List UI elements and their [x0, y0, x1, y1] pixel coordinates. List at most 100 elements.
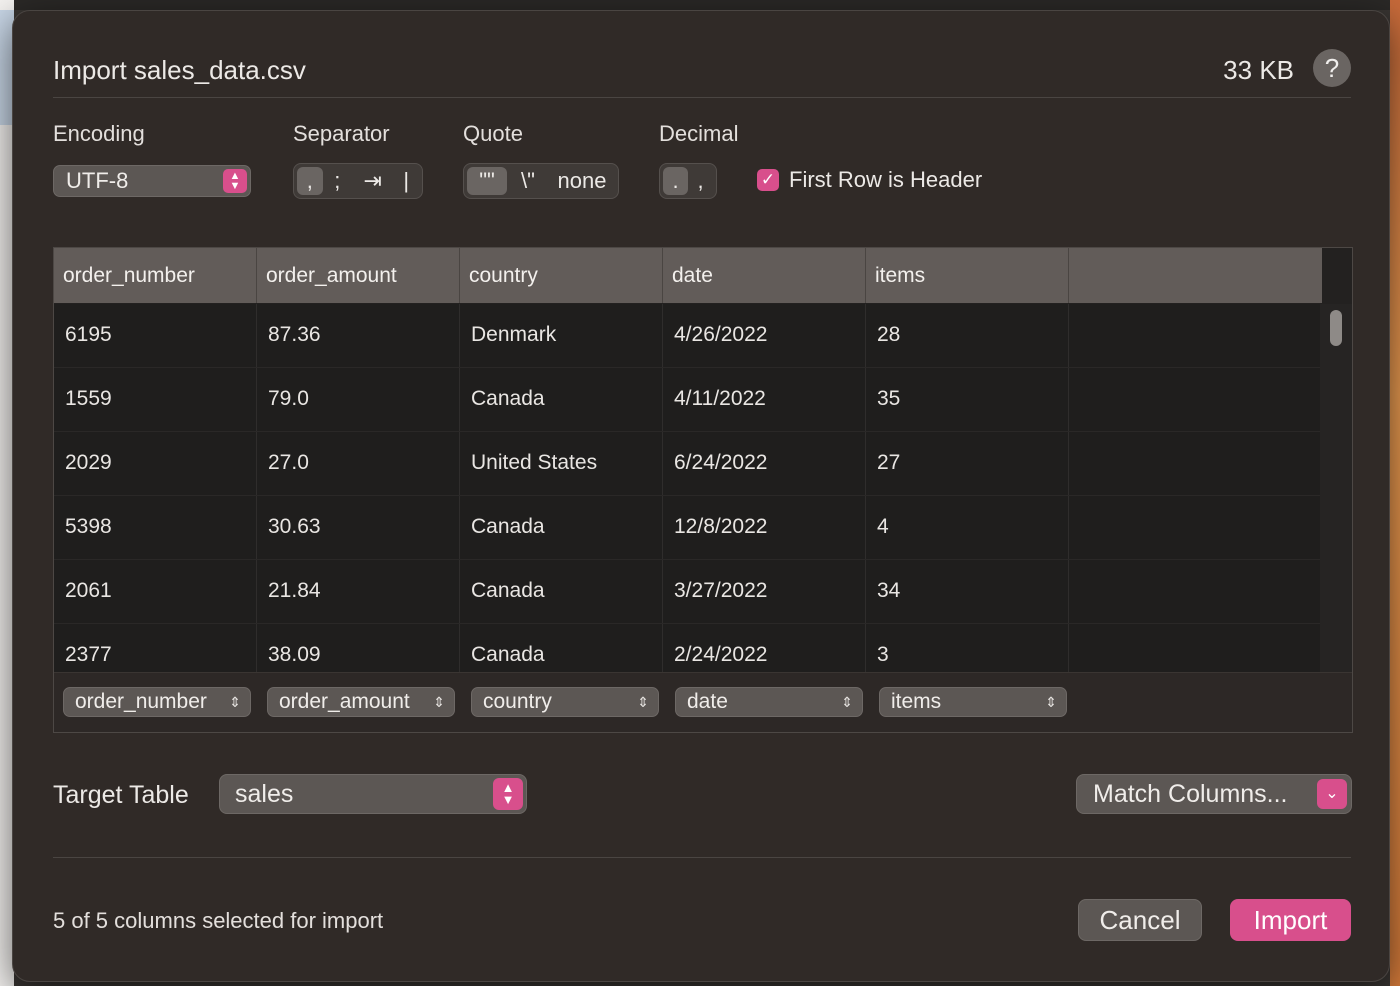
table-cell: 30.63: [257, 496, 460, 559]
mapping-value: order_number: [75, 690, 207, 713]
table-cell: Denmark: [460, 304, 663, 367]
import-dialog: Import sales_data.csv 33 KB ? Encoding U…: [12, 10, 1390, 982]
table-cell: 6/24/2022: [663, 432, 866, 495]
separator-segmented: , ; ⇥ |: [293, 163, 423, 199]
status-text: 5 of 5 columns selected for import: [53, 908, 384, 933]
decimal-segmented: . ,: [659, 163, 717, 199]
updown-chevron-icon: ⇕: [637, 694, 649, 710]
table-row[interactable]: 2377 38.09 Canada 2/24/2022 3: [54, 624, 1322, 672]
table-row[interactable]: 5398 30.63 Canada 12/8/2022 4: [54, 496, 1322, 560]
column-header-empty: [1069, 248, 1316, 303]
table-cell: 21.84: [257, 560, 460, 623]
table-cell: 87.36: [257, 304, 460, 367]
table-cell: 4: [866, 496, 1069, 559]
quote-double[interactable]: "": [467, 167, 507, 195]
mapping-select-country[interactable]: country ⇕: [471, 687, 659, 717]
table-body: 6195 87.36 Denmark 4/26/2022 28 1559 79.…: [54, 304, 1322, 672]
updown-chevron-icon: ⇕: [1045, 694, 1057, 710]
table-cell: 3: [866, 624, 1069, 672]
mapping-select-order-amount[interactable]: order_amount ⇕: [267, 687, 455, 717]
column-header[interactable]: order_amount: [257, 248, 460, 303]
table-cell: 38.09: [257, 624, 460, 672]
table-cell: 79.0: [257, 368, 460, 431]
scrollbar-thumb[interactable]: [1330, 310, 1342, 346]
table-cell: 27.0: [257, 432, 460, 495]
table-cell: 34: [866, 560, 1069, 623]
table-cell: Canada: [460, 496, 663, 559]
mapping-select-items[interactable]: items ⇕: [879, 687, 1067, 717]
table-cell: 2377: [54, 624, 257, 672]
separator-label: Separator: [293, 121, 390, 146]
column-header[interactable]: date: [663, 248, 866, 303]
separator-semicolon[interactable]: ;: [323, 167, 353, 195]
mapping-value: country: [483, 690, 552, 713]
encoding-value: UTF-8: [66, 168, 129, 193]
background-window-titlebar: [0, 0, 1400, 10]
table-cell: 28: [866, 304, 1069, 367]
vertical-scrollbar[interactable]: [1320, 304, 1352, 672]
table-cell-empty: [1069, 624, 1316, 672]
table-cell-empty: [1069, 432, 1316, 495]
table-cell: 6195: [54, 304, 257, 367]
table-cell: 2/24/2022: [663, 624, 866, 672]
table-cell: 12/8/2022: [663, 496, 866, 559]
column-mapping-bar: order_number ⇕ order_amount ⇕ country ⇕ …: [54, 672, 1352, 732]
separator-tab-icon[interactable]: ⇥: [352, 167, 393, 195]
quote-escaped[interactable]: \": [507, 167, 549, 195]
file-size: 33 KB: [1223, 55, 1294, 85]
table-cell: 35: [866, 368, 1069, 431]
table-cell: Canada: [460, 624, 663, 672]
target-table-select[interactable]: sales ▲ ▼: [219, 774, 527, 814]
question-icon: ?: [1324, 53, 1340, 83]
table-cell: 1559: [54, 368, 257, 431]
updown-chevron-icon: ⇕: [841, 694, 853, 710]
table-cell: Canada: [460, 368, 663, 431]
column-header[interactable]: country: [460, 248, 663, 303]
encoding-label: Encoding: [53, 121, 145, 146]
target-table-label: Target Table: [53, 781, 189, 809]
footer-divider: [53, 857, 1351, 858]
table-cell: 5398: [54, 496, 257, 559]
first-row-header-label: First Row is Header: [789, 167, 983, 192]
encoding-select[interactable]: UTF-8 ▲ ▼: [53, 165, 251, 197]
table-cell: 2061: [54, 560, 257, 623]
mapping-value: date: [687, 690, 728, 713]
table-cell-empty: [1069, 304, 1316, 367]
table-cell-empty: [1069, 496, 1316, 559]
preview-table: order_number order_amount country date i…: [53, 247, 1353, 733]
table-row[interactable]: 2029 27.0 United States 6/24/2022 27: [54, 432, 1322, 496]
table-row[interactable]: 1559 79.0 Canada 4/11/2022 35: [54, 368, 1322, 432]
help-button[interactable]: ?: [1313, 49, 1351, 87]
stepper-icon: ▲ ▼: [223, 169, 247, 193]
decimal-comma[interactable]: ,: [688, 167, 713, 195]
table-cell: 4/26/2022: [663, 304, 866, 367]
table-cell: 4/11/2022: [663, 368, 866, 431]
checkmark-icon[interactable]: ✓: [757, 169, 779, 191]
column-header[interactable]: order_number: [54, 248, 257, 303]
table-row[interactable]: 2061 21.84 Canada 3/27/2022 34: [54, 560, 1322, 624]
table-cell: 2029: [54, 432, 257, 495]
table-cell: Canada: [460, 560, 663, 623]
mapping-select-date[interactable]: date ⇕: [675, 687, 863, 717]
decimal-label: Decimal: [659, 121, 739, 146]
first-row-header-option[interactable]: ✓ First Row is Header: [757, 167, 982, 193]
quote-label: Quote: [463, 121, 523, 146]
table-header: order_number order_amount country date i…: [54, 248, 1322, 303]
import-button[interactable]: Import: [1230, 899, 1351, 941]
separator-pipe[interactable]: |: [393, 167, 419, 195]
updown-chevron-icon: ⇕: [433, 694, 445, 710]
cancel-button[interactable]: Cancel: [1078, 899, 1202, 941]
table-row[interactable]: 6195 87.36 Denmark 4/26/2022 28: [54, 304, 1322, 368]
match-columns-button[interactable]: Match Columns... ⌄: [1076, 774, 1352, 814]
decimal-period[interactable]: .: [663, 167, 688, 195]
column-header[interactable]: items: [866, 248, 1069, 303]
table-cell: 27: [866, 432, 1069, 495]
updown-chevron-icon: ⇕: [229, 694, 241, 710]
mapping-select-order-number[interactable]: order_number ⇕: [63, 687, 251, 717]
quote-none[interactable]: none: [549, 167, 615, 195]
quote-segmented: "" \" none: [463, 163, 619, 199]
top-divider: [53, 97, 1351, 98]
table-cell-empty: [1069, 368, 1316, 431]
separator-comma[interactable]: ,: [297, 167, 323, 195]
chevron-down-icon[interactable]: ⌄: [1317, 779, 1347, 809]
